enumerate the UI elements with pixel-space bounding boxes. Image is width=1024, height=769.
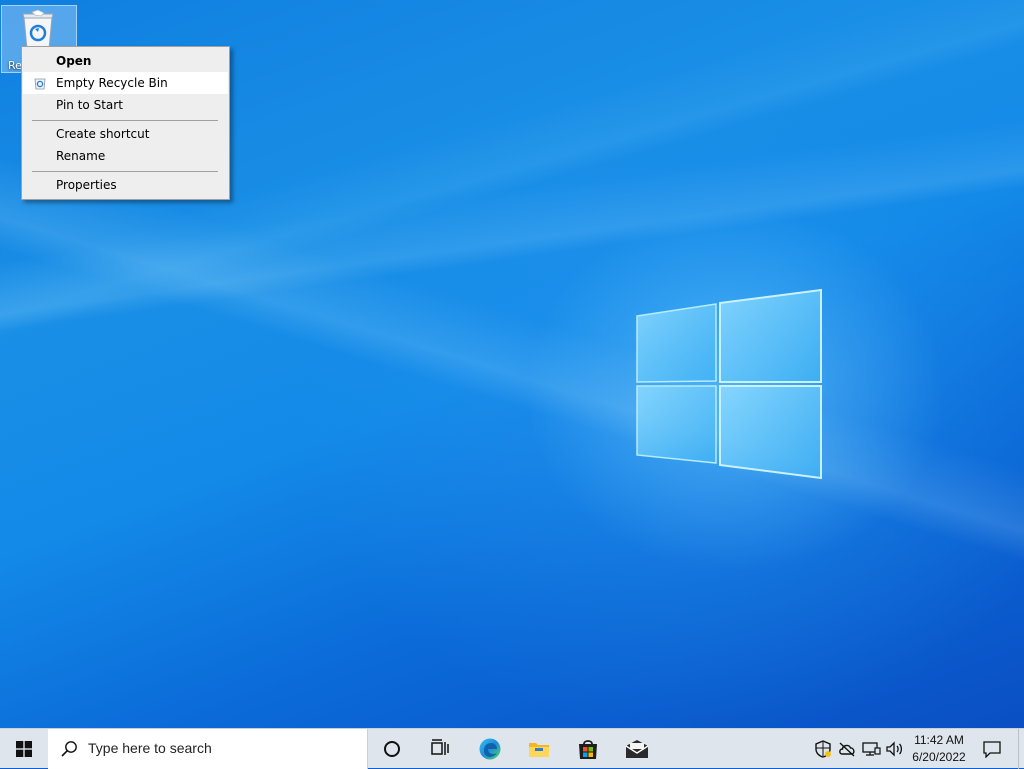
menu-item-open[interactable]: Open	[23, 50, 228, 72]
edge-button[interactable]	[466, 729, 514, 769]
network-icon[interactable]	[861, 739, 881, 759]
taskbar-search-box[interactable]: Type here to search	[48, 729, 368, 769]
taskbar: Type here to search 11:42 AM 6/20/2022	[0, 728, 1024, 769]
recycle-bin-icon	[22, 9, 54, 50]
clock-date: 6/20/2022	[912, 750, 966, 764]
search-icon	[61, 741, 77, 757]
cortana-button[interactable]	[368, 729, 416, 769]
menu-separator	[32, 171, 218, 172]
action-center-button[interactable]	[976, 729, 1008, 769]
show-desktop-button[interactable]	[1018, 729, 1024, 769]
file-explorer-button[interactable]	[515, 729, 563, 769]
context-menu: Open Empty Recycle Bin Pin to Start Crea…	[21, 46, 230, 200]
menu-item-pin-to-start[interactable]: Pin to Start	[23, 94, 228, 116]
task-view-button[interactable]	[416, 729, 464, 769]
menu-item-properties[interactable]: Properties	[23, 174, 228, 196]
cortana-circle-icon	[384, 741, 400, 757]
search-placeholder: Type here to search	[88, 740, 212, 756]
mail-button[interactable]	[613, 729, 661, 769]
taskbar-clock[interactable]: 11:42 AM 6/20/2022	[906, 732, 972, 766]
menu-separator	[32, 120, 218, 121]
onedrive-cloud-icon[interactable]	[837, 739, 857, 759]
store-bag-icon	[579, 740, 597, 759]
menu-item-rename[interactable]: Rename	[23, 145, 228, 167]
recycle-bin-label: Re	[8, 59, 22, 72]
notification-icon	[983, 741, 1001, 758]
windows-start-icon	[16, 741, 32, 757]
start-button[interactable]	[0, 729, 48, 769]
folder-icon	[529, 743, 549, 757]
menu-item-create-shortcut[interactable]: Create shortcut	[23, 123, 228, 145]
mail-envelope-icon	[625, 740, 649, 758]
recycle-icon	[34, 78, 46, 90]
edge-browser-icon	[479, 738, 501, 760]
shield-icon[interactable]	[813, 739, 833, 759]
task-view-icon	[431, 739, 449, 755]
volume-icon[interactable]	[885, 739, 905, 759]
microsoft-store-button[interactable]	[564, 729, 612, 769]
desktop-wallpaper[interactable]: Re Open Empty Recycle Bin Pin to Start C…	[0, 0, 1024, 728]
clock-time: 11:42 AM	[914, 733, 964, 747]
menu-item-empty-recycle-bin[interactable]: Empty Recycle Bin	[23, 72, 228, 94]
